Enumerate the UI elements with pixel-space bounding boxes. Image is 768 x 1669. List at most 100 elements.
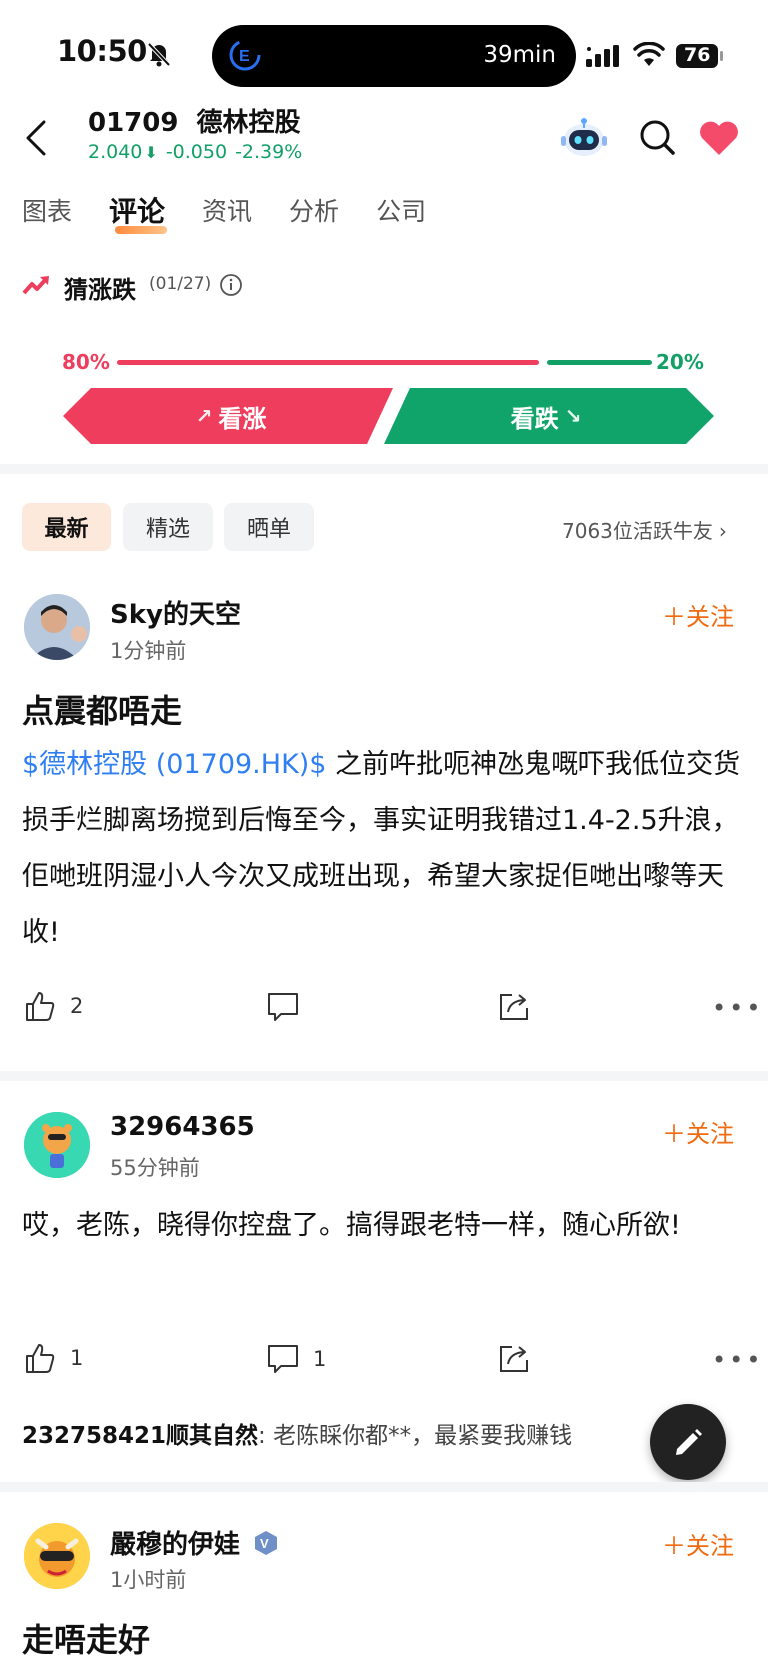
like-button[interactable]: 1 bbox=[24, 1342, 83, 1374]
island-timer: 39min bbox=[483, 42, 556, 68]
like-count: 1 bbox=[70, 1346, 84, 1370]
follow-button[interactable]: ＋关注 bbox=[662, 597, 734, 632]
reply-text: : 老陈睬你都**，最紧要我赚钱 bbox=[258, 1423, 573, 1449]
avatar[interactable] bbox=[24, 1112, 90, 1178]
compose-post-button[interactable] bbox=[650, 1404, 726, 1480]
share-icon bbox=[500, 1346, 528, 1372]
trend-down-icon: ↘ bbox=[564, 404, 582, 428]
active-users-link[interactable]: 7063位活跃牛友 › bbox=[562, 515, 727, 544]
robot-assistant-icon[interactable] bbox=[561, 116, 607, 158]
down-ratio-bar bbox=[547, 360, 652, 365]
follow-label: 关注 bbox=[686, 1532, 734, 1560]
tab-comments[interactable]: 评论 bbox=[109, 190, 168, 234]
price-down-arrow-icon: ⬇ bbox=[144, 143, 158, 162]
post-time: 55分钟前 bbox=[110, 1156, 200, 1180]
avatar[interactable] bbox=[24, 1523, 90, 1589]
tab-news[interactable]: 资讯 bbox=[202, 192, 252, 230]
follow-button[interactable]: ＋关注 bbox=[662, 1526, 734, 1561]
info-icon[interactable] bbox=[219, 273, 243, 297]
bull-mascot-icon bbox=[24, 1523, 90, 1589]
stock-code: 01709 bbox=[88, 108, 179, 138]
section-divider bbox=[0, 464, 768, 474]
guess-title: 猜涨跌 bbox=[64, 276, 136, 304]
plus-icon: ＋ bbox=[662, 603, 686, 631]
post-username[interactable]: 嚴穆的伊娃 V bbox=[110, 1524, 279, 1561]
tab-chart[interactable]: 图表 bbox=[22, 192, 72, 230]
user-photo-icon bbox=[24, 594, 90, 660]
post-title: 点震都唔走 bbox=[22, 692, 183, 730]
active-users-count: 7063位活跃牛友 bbox=[562, 519, 713, 543]
reply-preview[interactable]: 232758421顺其自然: 老陈睬你都**，最紧要我赚钱 bbox=[22, 1416, 572, 1450]
stock-tag-link[interactable]: $德林控股 (01709.HK)$ bbox=[22, 749, 327, 780]
more-options-icon[interactable]: ••• bbox=[712, 1346, 763, 1374]
bearish-label: 看跌 bbox=[510, 404, 559, 433]
post-divider bbox=[0, 1071, 768, 1081]
comment-icon bbox=[268, 993, 298, 1021]
battery-indicator: 76 bbox=[676, 42, 724, 70]
filter-latest[interactable]: 最新 bbox=[22, 503, 111, 551]
down-percentage: 20% bbox=[656, 350, 704, 374]
favorite-heart-icon[interactable] bbox=[698, 120, 740, 156]
tab-company[interactable]: 公司 bbox=[376, 192, 426, 230]
price-change: -0.050 bbox=[165, 141, 228, 163]
bearish-button[interactable]: 看跌 ↘ bbox=[384, 388, 714, 444]
stock-title: 01709 德林控股 bbox=[88, 102, 318, 139]
battery-level: 76 bbox=[684, 44, 711, 66]
price-change-pct: -2.39% bbox=[235, 141, 303, 163]
bull-mascot-icon bbox=[24, 1112, 90, 1178]
comment-button[interactable]: 1 bbox=[267, 1344, 326, 1374]
post-time: 1分钟前 bbox=[110, 639, 187, 663]
thumbs-up-icon bbox=[26, 1344, 55, 1373]
search-icon[interactable] bbox=[638, 118, 676, 156]
more-options-icon[interactable]: ••• bbox=[712, 994, 763, 1022]
trend-up-icon: ↗ bbox=[195, 404, 213, 428]
stock-price: 2.040 bbox=[88, 141, 143, 163]
comment-count: 1 bbox=[313, 1347, 327, 1371]
share-button[interactable] bbox=[498, 1342, 544, 1374]
filter-featured[interactable]: 精选 bbox=[123, 503, 213, 551]
bell-mute-icon bbox=[147, 42, 171, 67]
post-username[interactable]: Sky的天空 bbox=[110, 594, 241, 631]
tab-analysis[interactable]: 分析 bbox=[289, 192, 339, 230]
post-body[interactable]: 哎，老陈，晓得你控盘了。搞得跟老特一样，随心所欲! bbox=[22, 1198, 746, 1254]
verified-badge-icon: V bbox=[255, 1531, 278, 1555]
tab-bar: 图表 评论 资讯 分析 公司 bbox=[22, 190, 463, 234]
chevron-right-icon: › bbox=[718, 519, 727, 543]
comment-icon bbox=[268, 1345, 298, 1373]
bullish-label: 看涨 bbox=[218, 404, 267, 433]
comment-button[interactable] bbox=[267, 992, 313, 1022]
bullish-button[interactable]: ↗ 看涨 bbox=[63, 388, 393, 444]
status-time: 10:50 bbox=[57, 34, 147, 68]
post-body[interactable]: $德林控股 (01709.HK)$ 之前吘批呃神氹鬼嘅吓我低位交货损手烂脚离场搅… bbox=[22, 737, 746, 961]
follow-button[interactable]: ＋关注 bbox=[662, 1114, 734, 1149]
thumbs-up-icon bbox=[26, 992, 55, 1021]
trend-up-icon bbox=[22, 276, 49, 295]
pencil-icon bbox=[676, 1429, 702, 1455]
plus-icon: ＋ bbox=[662, 1532, 686, 1560]
post-time: 1小时前 bbox=[110, 1568, 187, 1592]
wifi-icon bbox=[633, 42, 665, 66]
like-button[interactable]: 2 bbox=[24, 990, 83, 1022]
up-percentage: 80% bbox=[62, 350, 110, 374]
plus-icon: ＋ bbox=[662, 1120, 686, 1148]
back-arrow-icon[interactable] bbox=[22, 118, 52, 158]
post-username[interactable]: 32964365 bbox=[110, 1112, 255, 1142]
guess-date: (01/27) bbox=[149, 274, 212, 294]
stock-name: 德林控股 bbox=[196, 108, 301, 138]
svg-text:E: E bbox=[239, 48, 250, 65]
username-text: 嚴穆的伊娃 bbox=[110, 1530, 241, 1560]
up-ratio-bar bbox=[117, 360, 539, 365]
share-button[interactable] bbox=[498, 990, 544, 1022]
follow-label: 关注 bbox=[686, 1120, 734, 1148]
reply-author[interactable]: 232758421顺其自然 bbox=[22, 1423, 258, 1449]
avatar[interactable] bbox=[24, 594, 90, 660]
like-count: 2 bbox=[70, 994, 84, 1018]
app-logo-icon: E bbox=[229, 39, 261, 71]
post-title: 走唔走好 bbox=[22, 1621, 151, 1659]
follow-label: 关注 bbox=[686, 603, 734, 631]
share-icon bbox=[500, 994, 528, 1020]
cellular-signal-icon bbox=[586, 45, 619, 67]
price-line: 2.040 ⬇ -0.050 -2.39% bbox=[88, 141, 310, 163]
filter-showcase[interactable]: 晒单 bbox=[224, 503, 314, 551]
post-divider bbox=[0, 1482, 768, 1492]
